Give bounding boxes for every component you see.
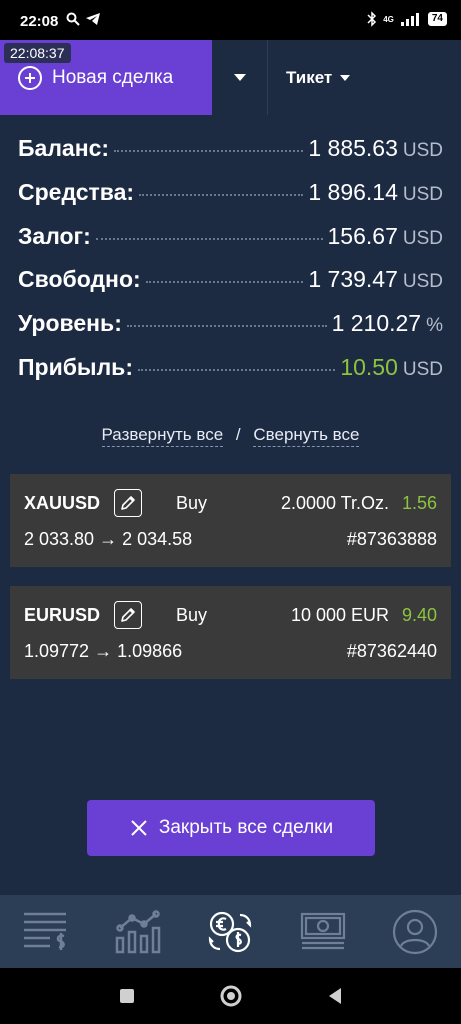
bluetooth-icon (367, 11, 377, 27)
summary-value: 156.67 (327, 222, 398, 249)
dotted-leader (137, 368, 336, 371)
clock-badge: 22:08:37 (4, 43, 71, 63)
exchange-icon (209, 911, 252, 952)
close-all-trades-button[interactable]: Закрыть все сделки (87, 800, 375, 856)
battery-indicator: 74 (427, 12, 447, 26)
trade-card[interactable]: EURUSD Buy 10 000 EUR 9.40 1.09772 → 1.0… (10, 586, 451, 679)
trade-ticket: #87362440 (346, 641, 437, 661)
summary-unit: USD (402, 140, 443, 161)
dotted-leader (114, 150, 304, 152)
summary-label: Прибыль: (18, 353, 133, 380)
summary-value: 1 896.14 (308, 178, 398, 205)
profile-icon (392, 909, 437, 954)
square-icon (119, 989, 134, 1003)
trade-row-main: XAUUSD Buy 2.0000 Tr.Oz. 1.56 (24, 488, 437, 518)
summary-value: 1 739.47 (308, 266, 398, 293)
system-navigation-bar (0, 968, 461, 1024)
dotted-leader (95, 237, 323, 240)
plus-circle-icon (18, 65, 42, 90)
summary-value: 1 210.27 (331, 310, 422, 337)
summary-row-profit: Прибыль: 10.50 USD (18, 354, 443, 398)
back-triangle-icon (328, 988, 341, 1004)
chevron-down-icon (340, 74, 351, 81)
expand-all-link[interactable]: Развернуть все (101, 425, 224, 447)
summary-unit: % (426, 315, 443, 337)
summary-row-margin: Залог: 156.67 USD (18, 223, 443, 267)
network-type: 4G (383, 14, 394, 24)
money-icon (300, 912, 345, 949)
circle-icon (220, 985, 241, 1007)
status-right-icons: 4G 74 (367, 11, 447, 27)
summary-row-balance: Баланс: 1 885.63 USD (18, 135, 443, 179)
trade-row-main: EURUSD Buy 10 000 EUR 9.40 (24, 600, 437, 630)
summary-row-equity: Средства: 1 896.14 USD (18, 179, 443, 223)
summary-unit: USD (402, 271, 443, 293)
status-bar: 22:08 4G 74 (0, 0, 461, 40)
pencil-icon (121, 608, 135, 622)
summary-label: Залог: (18, 222, 91, 249)
nav-deposit[interactable] (293, 902, 353, 962)
close-icon (131, 820, 147, 836)
signal-icon (400, 13, 419, 26)
summary-unit: USD (402, 227, 443, 249)
collapse-all-link[interactable]: Свернуть все (253, 425, 360, 447)
trade-side: Buy (176, 604, 208, 625)
trade-prices: 2 033.80 → 2 034.58 (24, 529, 193, 549)
nav-trades[interactable] (200, 902, 260, 962)
new-deal-label: Новая сделка (52, 66, 174, 88)
summary-row-free: Свободно: 1 739.47 USD (18, 266, 443, 310)
summary-label: Уровень: (18, 310, 122, 337)
trade-profit: 1.56 (401, 492, 437, 513)
new-deal-dropdown-button[interactable] (212, 40, 268, 115)
summary-unit: USD (402, 358, 443, 380)
summary-label: Баланс: (18, 135, 110, 161)
summary-unit: USD (402, 183, 443, 205)
chevron-down-icon (233, 74, 246, 81)
recents-button[interactable] (115, 984, 139, 1008)
statement-icon (24, 912, 67, 950)
expand-collapse-links: Развернуть все / Свернуть все (0, 425, 461, 447)
trade-volume: 10 000 EUR (290, 604, 389, 625)
trade-profit: 9.40 (401, 604, 437, 625)
ticket-dropdown[interactable]: Тикет (268, 40, 461, 115)
summary-label: Средства: (18, 178, 135, 205)
trade-row-details: 2 033.80 → 2 034.58 #87363888 (24, 529, 437, 550)
nav-chart[interactable] (108, 902, 168, 962)
nav-profile[interactable] (385, 902, 445, 962)
nav-statement[interactable] (16, 902, 76, 962)
trade-row-details: 1.09772 → 1.09866 #87362440 (24, 641, 437, 662)
chart-icon (116, 909, 161, 953)
telegram-icon (86, 13, 100, 25)
dotted-leader (126, 325, 327, 328)
summary-value: 1 885.63 (308, 135, 398, 161)
trade-ticket: #87363888 (346, 529, 437, 549)
trade-side: Buy (176, 492, 208, 513)
trade-prices: 1.09772 → 1.09866 (24, 641, 183, 661)
trade-symbol: EURUSD (24, 604, 101, 625)
dotted-leader (139, 193, 304, 196)
search-icon (66, 12, 80, 26)
edit-trade-button[interactable] (114, 489, 142, 517)
trade-symbol: XAUUSD (24, 492, 101, 513)
status-left-icons (66, 12, 101, 26)
home-button[interactable] (219, 984, 243, 1008)
link-separator: / (235, 425, 241, 444)
summary-row-level: Уровень: 1 210.27 % (18, 310, 443, 354)
pencil-icon (121, 496, 135, 510)
dotted-leader (145, 281, 304, 284)
edit-trade-button[interactable] (114, 601, 142, 629)
account-summary: Баланс: 1 885.63 USD Средства: 1 896.14 … (18, 135, 443, 398)
trade-volume: 2.0000 Tr.Oz. (280, 492, 389, 513)
summary-label: Свободно: (18, 266, 141, 293)
close-all-label: Закрыть все сделки (158, 817, 334, 838)
status-time: 22:08 (20, 13, 59, 30)
main-content: Баланс: 1 885.63 USD Средства: 1 896.14 … (0, 115, 461, 895)
bottom-navigation (0, 895, 461, 968)
ticket-label: Тикет (286, 67, 333, 87)
back-button[interactable] (323, 984, 347, 1008)
trade-card[interactable]: XAUUSD Buy 2.0000 Tr.Oz. 1.56 2 033.80 →… (10, 474, 451, 567)
summary-value: 10.50 (340, 353, 398, 380)
